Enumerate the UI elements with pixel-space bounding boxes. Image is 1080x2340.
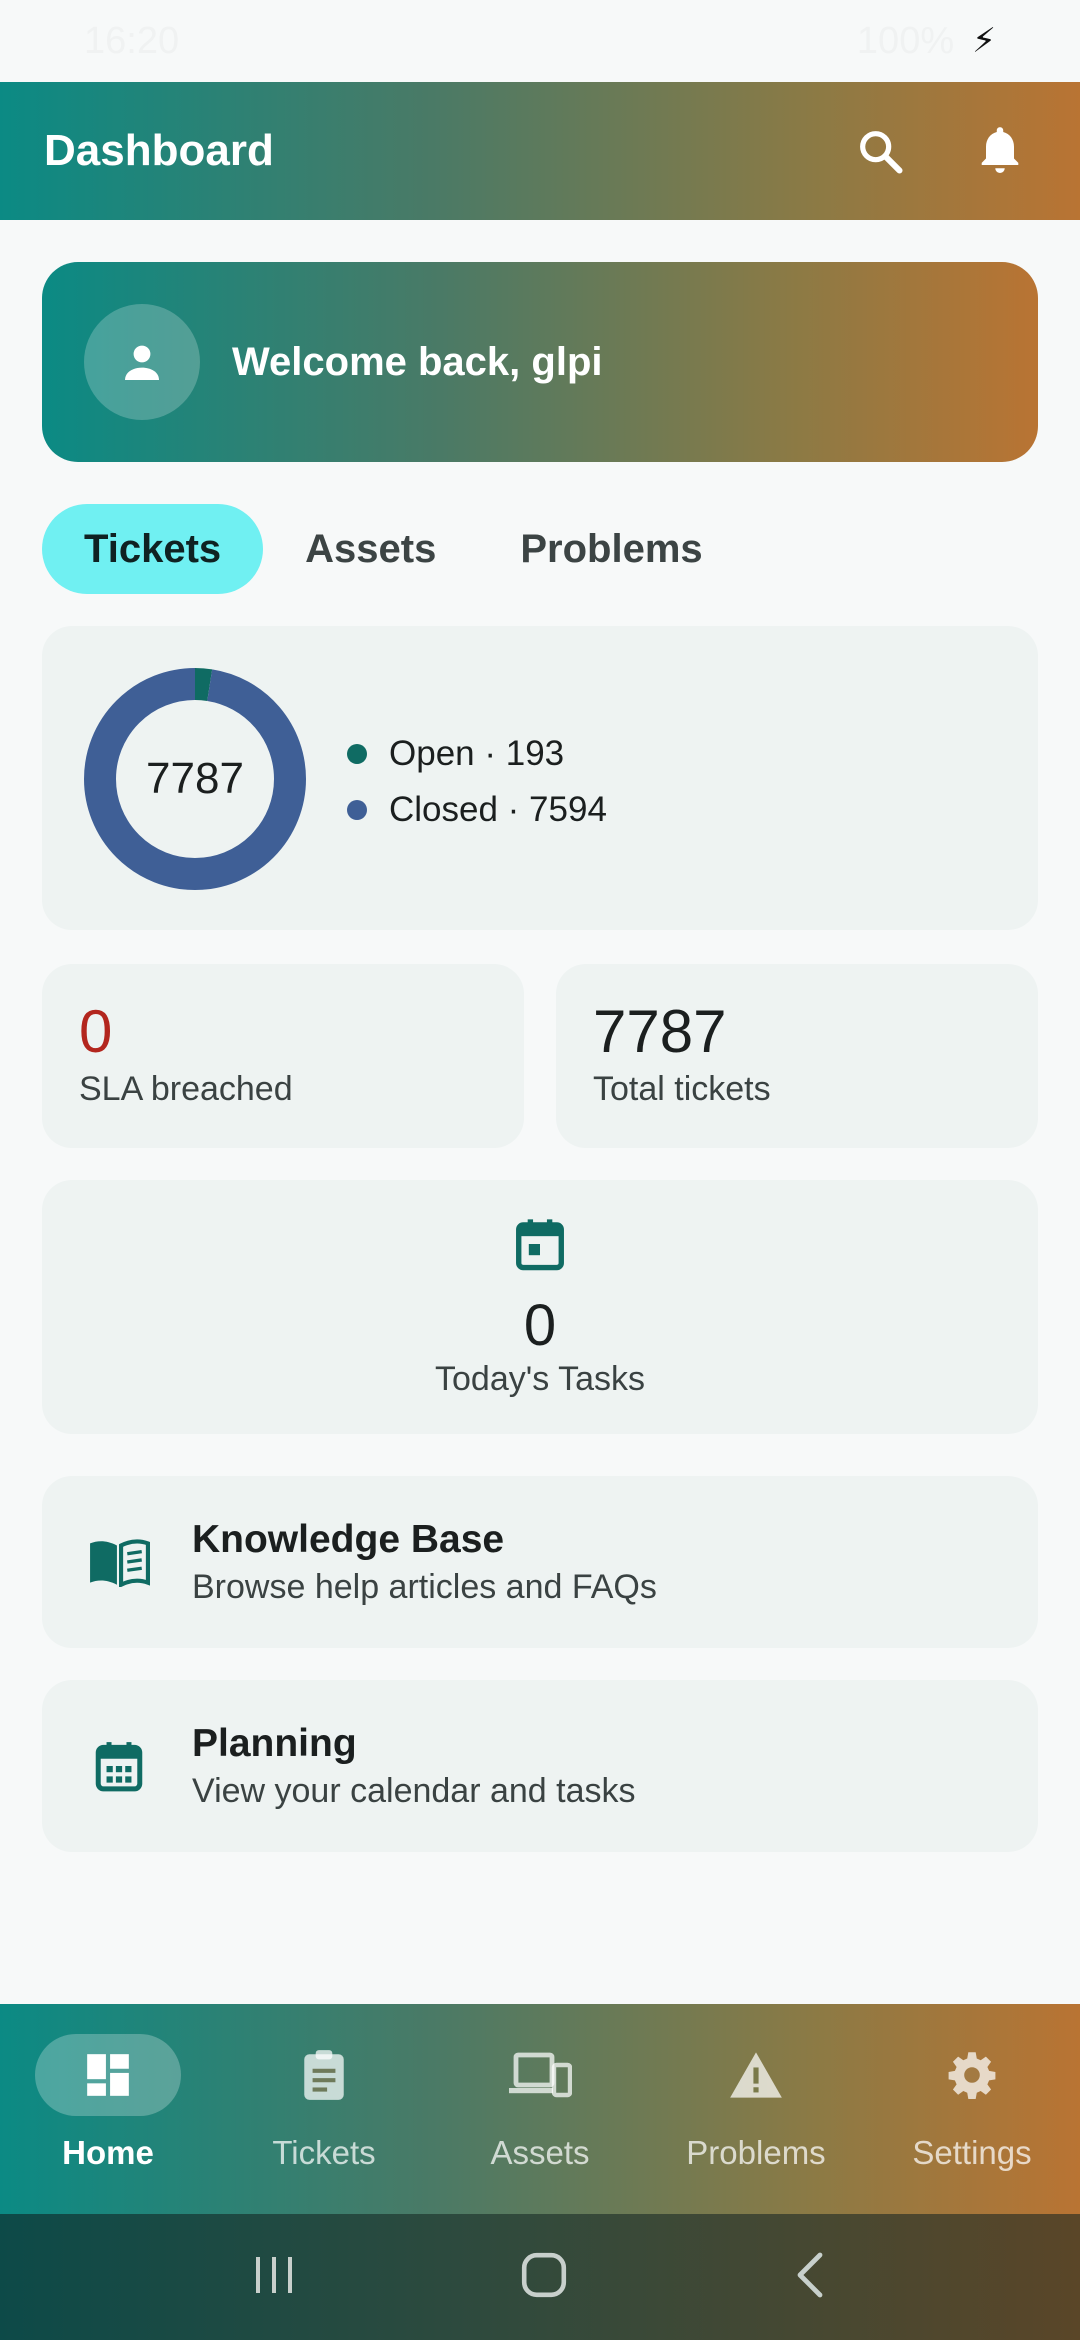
bell-icon[interactable] (970, 121, 1030, 181)
planning-subtitle: View your calendar and tasks (192, 1771, 636, 1810)
sla-breached-value: 0 (79, 998, 113, 1065)
todays-tasks-card[interactable]: 0 Today's Tasks (42, 1180, 1038, 1434)
search-icon[interactable] (850, 121, 910, 181)
knowledge-base-subtitle: Browse help articles and FAQs (192, 1567, 657, 1606)
status-time: 16:20 (84, 19, 180, 62)
legend-label-open: Open · 193 (389, 734, 565, 773)
calendar-icon (513, 1216, 567, 1277)
tab-assets[interactable]: Assets (263, 504, 478, 594)
nav-assets[interactable]: Assets (432, 2004, 648, 2214)
system-navigation-bar (0, 2214, 1080, 2340)
legend-dot-open (347, 744, 367, 764)
sla-breached-label: SLA breached (79, 1070, 293, 1108)
warning-icon (683, 2034, 829, 2116)
bottom-navigation: Home Tickets Assets Problems Settings (0, 2004, 1080, 2214)
todays-tasks-label: Today's Tasks (435, 1360, 645, 1398)
knowledge-base-card[interactable]: Knowledge Base Browse help articles and … (42, 1476, 1038, 1648)
welcome-card: Welcome back, glpi (42, 262, 1038, 462)
legend-item-closed: Closed · 7594 (347, 782, 607, 838)
legend-dot-closed (347, 800, 367, 820)
nav-settings[interactable]: Settings (864, 2004, 1080, 2214)
tab-problems[interactable]: Problems (478, 504, 744, 594)
tab-bar: Tickets Assets Problems (42, 504, 745, 594)
avatar (84, 304, 200, 420)
devices-icon (467, 2034, 613, 2116)
planning-card[interactable]: Planning View your calendar and tasks (42, 1680, 1038, 1852)
clipboard-icon (251, 2034, 397, 2116)
nav-tickets-label: Tickets (272, 2134, 376, 2171)
nav-assets-label: Assets (490, 2134, 590, 2171)
sla-breached-card[interactable]: 0 SLA breached (42, 964, 524, 1148)
ticket-status-chart-card: 7787 Open · 193 Closed · 7594 (42, 626, 1038, 930)
legend-item-open: Open · 193 (347, 726, 607, 782)
app-bar: Dashboard (0, 82, 1080, 220)
nav-home-label: Home (62, 2134, 154, 2171)
nav-settings-label: Settings (912, 2134, 1032, 2171)
chart-legend: Open · 193 Closed · 7594 (347, 726, 607, 838)
nav-home[interactable]: Home (0, 2004, 216, 2214)
total-tickets-card[interactable]: 7787 Total tickets (556, 964, 1038, 1148)
planning-title: Planning (192, 1721, 357, 1765)
nav-tickets[interactable]: Tickets (216, 2004, 432, 2214)
back-icon[interactable] (790, 2250, 830, 2305)
donut-center-label: 7787 (146, 754, 244, 803)
donut-chart: 7787 (84, 668, 306, 890)
page-title: Dashboard (44, 126, 274, 175)
recent-apps-icon[interactable] (250, 2253, 298, 2302)
gear-icon (899, 2034, 1045, 2116)
charging-icon: ⚡ (972, 22, 996, 60)
knowledge-base-title: Knowledge Base (192, 1517, 505, 1561)
status-bar: 16:20 100% ⚡ (0, 0, 1080, 82)
todays-tasks-value: 0 (523, 1293, 557, 1358)
person-icon (125, 345, 159, 380)
legend-label-closed: Closed · 7594 (389, 790, 607, 829)
total-tickets-value: 7787 (593, 998, 727, 1065)
nav-problems[interactable]: Problems (648, 2004, 864, 2214)
home-icon[interactable] (519, 2250, 569, 2305)
nav-problems-label: Problems (686, 2134, 826, 2171)
total-tickets-label: Total tickets (593, 1070, 771, 1108)
book-icon (84, 1537, 154, 1587)
status-battery: 100% (856, 19, 955, 62)
calendar-grid-icon (84, 1739, 154, 1793)
welcome-text: Welcome back, glpi (232, 339, 603, 384)
tab-tickets[interactable]: Tickets (42, 504, 264, 594)
dashboard-icon (35, 2034, 181, 2116)
